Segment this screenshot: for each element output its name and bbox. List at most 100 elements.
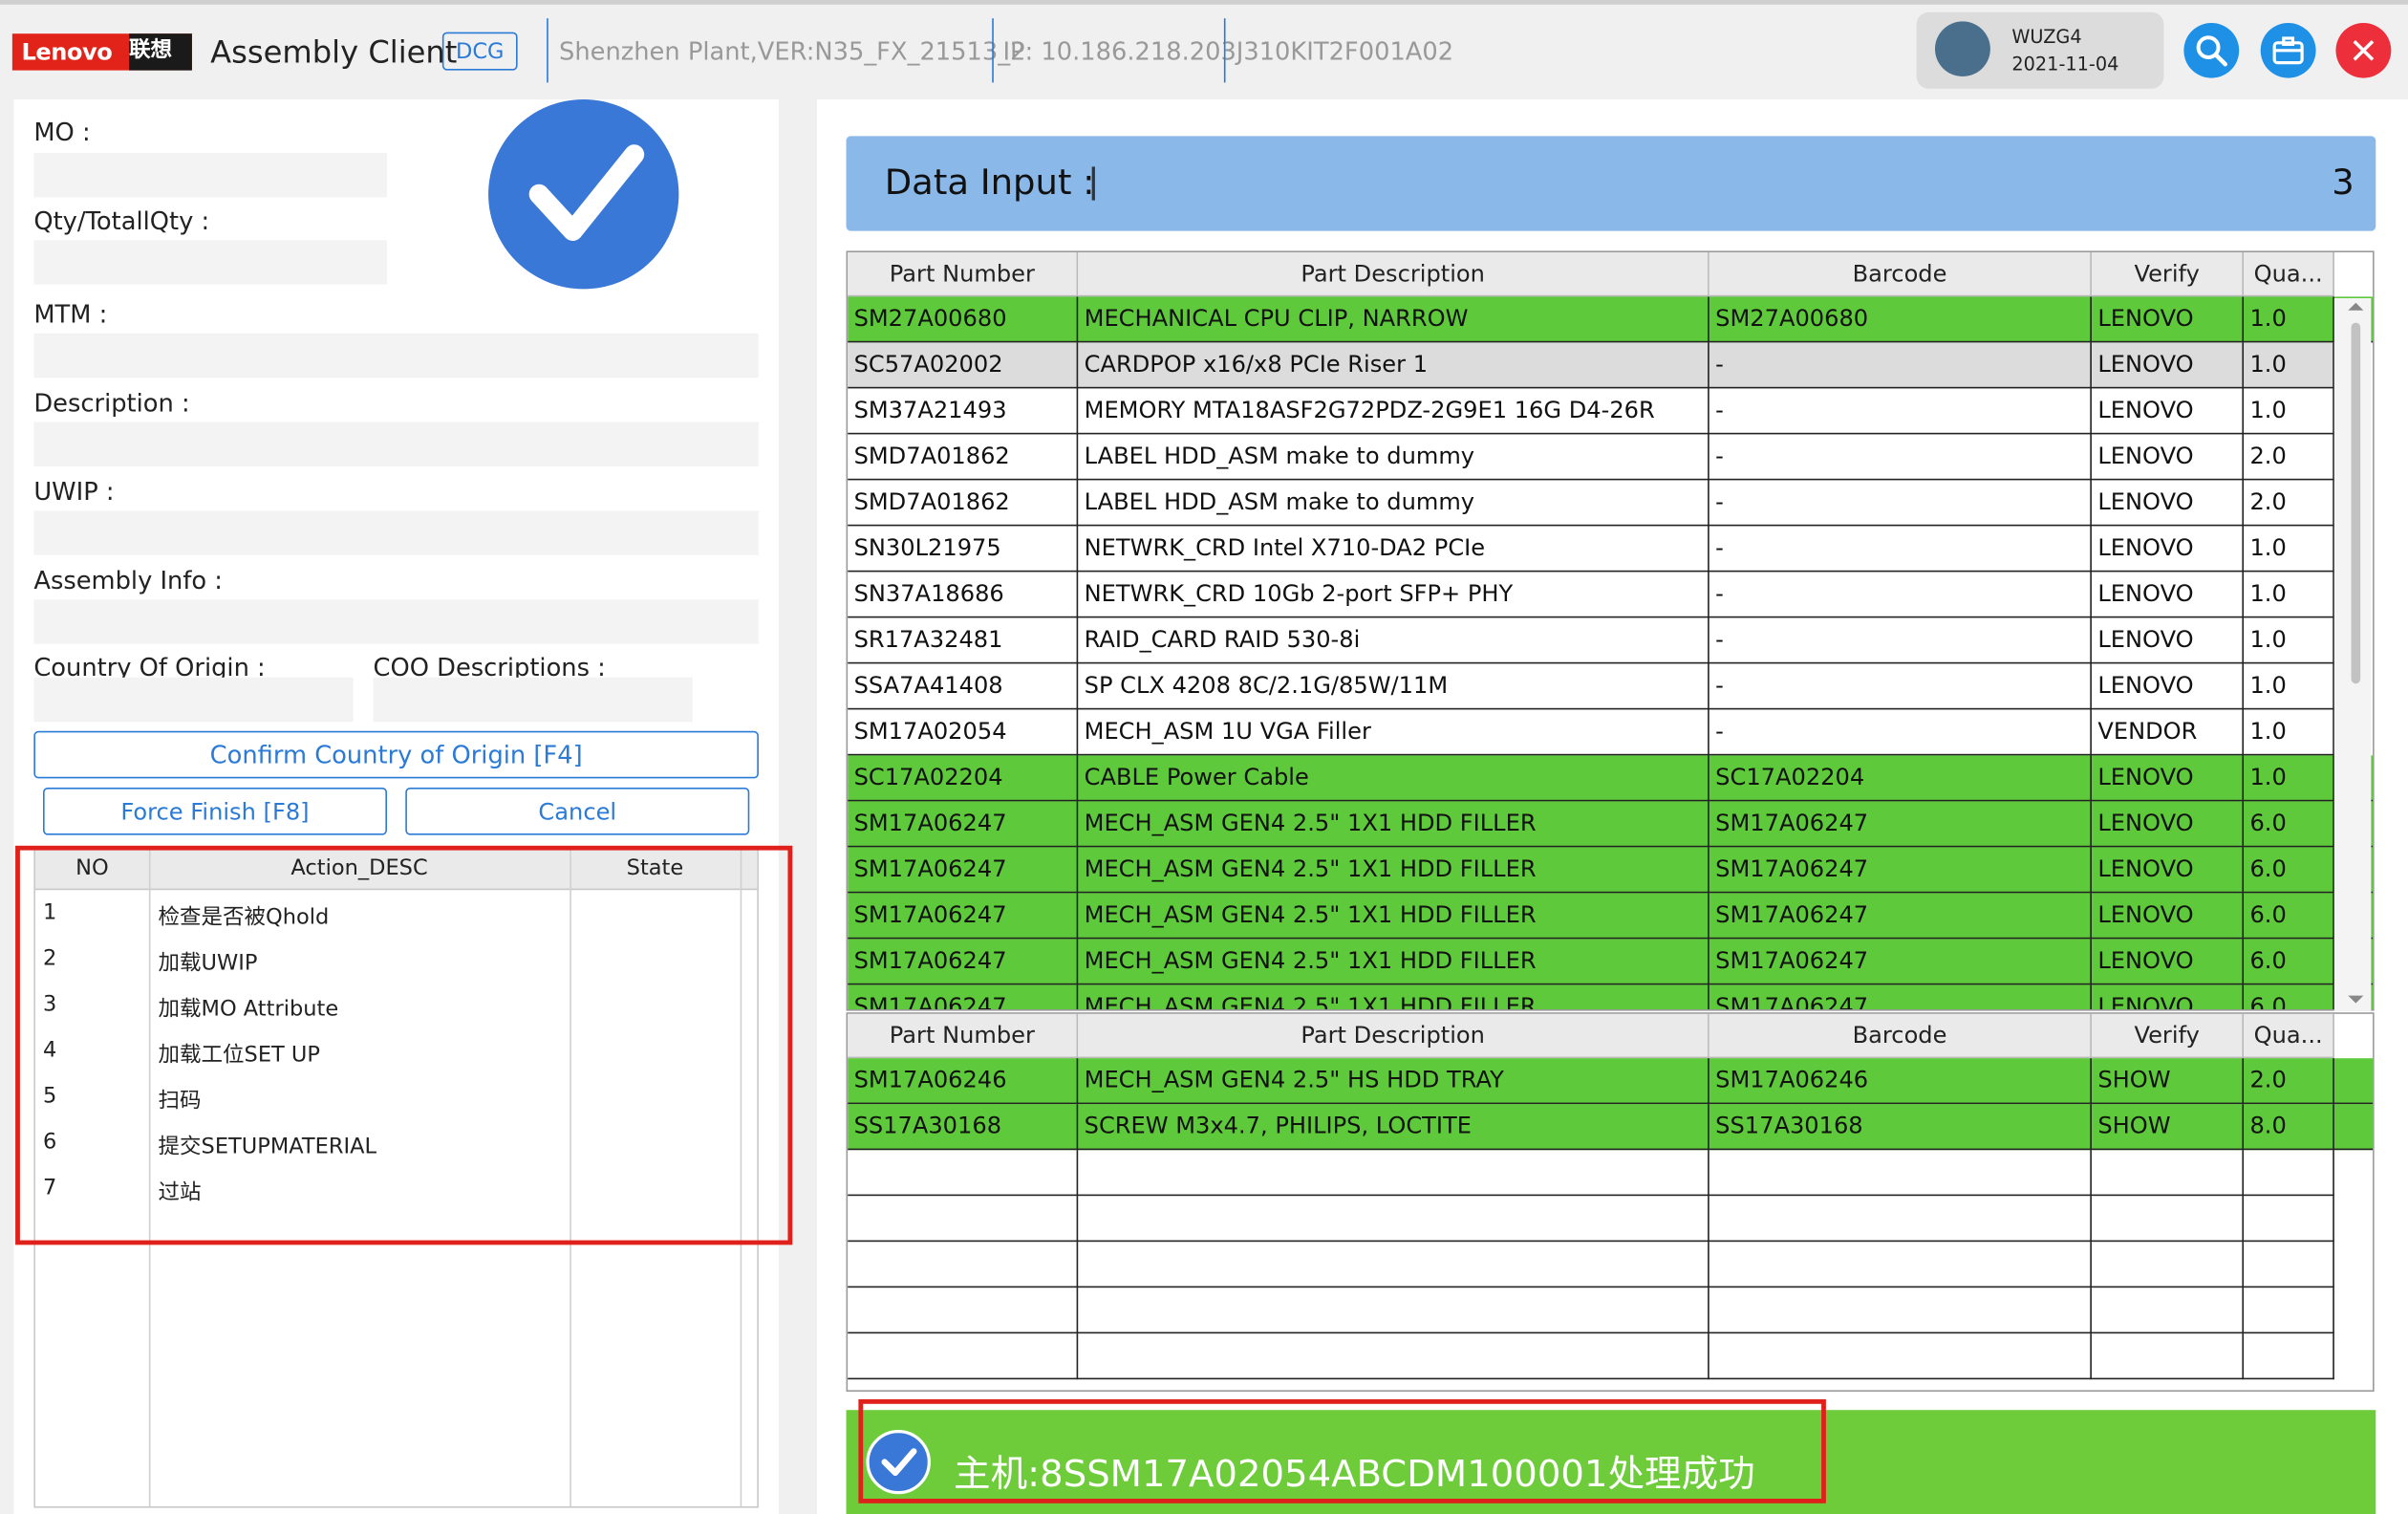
column-header-quantity[interactable]: Qua... (2244, 1013, 2334, 1059)
cell-part-number: SM17A06247 (848, 893, 1079, 940)
table-row[interactable]: SM17A06247 MECH_ASM GEN4 2.5" 1X1 HDD FIL… (848, 939, 2374, 985)
cell-barcode (1709, 1242, 2092, 1288)
dcg-badge: DCG (441, 32, 518, 71)
table-row[interactable]: SSA7A41408 SP CLX 4208 8C/2.1G/85W/11M - LE… (848, 663, 2334, 710)
cell-barcode (1709, 1333, 2092, 1380)
cell-barcode (1709, 1287, 2092, 1334)
table-row[interactable] (848, 1150, 2334, 1197)
column-header-quantity[interactable]: Qua... (2244, 252, 2334, 297)
table-row[interactable] (848, 1242, 2334, 1288)
cell-part-number: SM17A06247 (848, 847, 1079, 894)
cell-quantity: 6.0 (2244, 939, 2334, 985)
cell-quantity: 1.0 (2244, 663, 2334, 710)
coo-field (33, 677, 354, 723)
briefcase-icon (2272, 36, 2304, 65)
cell-part-description: SP CLX 4208 8C/2.1G/85W/11M (1078, 663, 1709, 710)
plant-version-info: Shenzhen Plant,VER:N35_FX_21513_2 (559, 36, 1026, 66)
cell-quantity: 1.0 (2244, 342, 2334, 389)
table-row[interactable]: SN30L21975 NETWRK_CRD Intel X710-DA2 PCIe… (848, 526, 2334, 573)
column-header-part-description[interactable]: Part Description (1078, 1013, 1709, 1059)
table-row[interactable] (848, 1287, 2334, 1334)
table-row[interactable]: SC17A02204 CABLE Power Cable SC17A02204 LEN… (848, 755, 2374, 802)
cell-barcode: - (1709, 342, 2092, 389)
scroll-up-icon[interactable] (2348, 302, 2364, 311)
scroll-down-icon[interactable] (2348, 995, 2364, 1004)
cell-barcode: SM17A06247 (1709, 801, 2092, 848)
cell-part-description (1078, 1242, 1709, 1288)
cell-quantity (2244, 1150, 2334, 1197)
table-row[interactable]: SMD7A01862 LABEL HDD_ASM make to dummy - LE… (848, 480, 2334, 527)
table-row[interactable]: SM17A06247 MECH_ASM GEN4 2.5" 1X1 HDD FIL… (848, 801, 2374, 848)
table-row[interactable]: SM37A21493 MEMORY MTA18ASF2G72PDZ-2G9E1 1… (848, 388, 2334, 435)
force-finish-button[interactable]: Force Finish [F8] (43, 788, 388, 835)
table-row[interactable]: SC57A02002 CARDPOP x16/x8 PCIe Riser 1- LE… (848, 342, 2334, 389)
cell-verify: LENOVO (2092, 984, 2245, 1009)
cell-quantity: 2.0 (2244, 1058, 2334, 1105)
table-row[interactable]: SM17A06247 MECH_ASM GEN4 2.5" 1X1 HDD FIL… (848, 847, 2374, 894)
highlight-box (858, 1399, 1826, 1503)
cancel-button[interactable]: Cancel (405, 788, 750, 835)
cell-part-description (1078, 1287, 1709, 1334)
column-header-part-number[interactable]: Part Number (848, 252, 1079, 297)
table-row[interactable]: SN37A18686 NETWRK_CRD 10Gb 2-port SFP+ PH… (848, 572, 2334, 618)
data-input-bar[interactable]: Data Input : 3 (846, 136, 2376, 231)
cell-part-number: SN30L21975 (848, 526, 1079, 573)
table-row[interactable]: SM17A02054 MECH_ASM 1U VGA Filler - VENDOR 1… (848, 709, 2334, 756)
cell-barcode: - (1709, 480, 2092, 527)
cell-verify (2092, 1196, 2245, 1243)
cell-barcode: - (1709, 434, 2092, 481)
search-button[interactable] (2183, 23, 2240, 78)
cell-barcode: SM27A00680 (1709, 296, 2092, 343)
cell-part-description: MEMORY MTA18ASF2G72PDZ-2G9E1 16G D4-26R (1078, 388, 1709, 435)
column-header-part-description[interactable]: Part Description (1078, 252, 1709, 297)
table-row[interactable]: SM27A00680 MECHANICAL CPU CLIP, NARROW SM2… (848, 296, 2374, 343)
logo-text-cn: 联想 (129, 33, 192, 71)
table-row[interactable] (848, 1333, 2334, 1380)
header-divider (992, 18, 994, 83)
cell-quantity: 1.0 (2244, 572, 2334, 618)
search-icon (2196, 35, 2228, 67)
cell-part-number: SR17A32481 (848, 617, 1079, 664)
cell-verify: LENOVO (2092, 663, 2245, 710)
mo-field (33, 153, 388, 198)
confirm-coo-button[interactable]: Confirm Country of Origin [F4] (33, 730, 759, 779)
cell-verify: LENOVO (2092, 847, 2245, 894)
cell-barcode: - (1709, 663, 2092, 710)
cell-verify: LENOVO (2092, 801, 2245, 848)
table-row[interactable]: SM17A06247 MECH_ASM GEN4 2.5" 1X1 HDD FIL… (848, 893, 2374, 940)
cell-verify: LENOVO (2092, 572, 2245, 618)
table-row[interactable]: SM17A06246 MECH_ASM GEN4 2.5" HS HDD TRAY… (848, 1058, 2374, 1105)
cell-part-number (848, 1150, 1079, 1197)
column-header-verify[interactable]: Verify (2091, 252, 2245, 297)
cell-barcode (1709, 1196, 2092, 1243)
table-row[interactable] (848, 1196, 2334, 1243)
assembly-client-window: Lenovo 联想 Assembly Client DCG Shenzhen P… (0, 0, 2408, 1514)
column-header-barcode[interactable]: Barcode (1709, 1013, 2092, 1059)
cell-verify: LENOVO (2092, 755, 2245, 802)
cell-barcode: SS17A30168 (1709, 1104, 2092, 1151)
success-check-icon (488, 99, 679, 290)
column-header-barcode[interactable]: Barcode (1709, 252, 2092, 297)
close-button[interactable] (2335, 23, 2392, 78)
table-row[interactable]: SS17A30168 SCREW M3x4.7, PHILIPS, LOCTITE… (848, 1104, 2374, 1151)
parts-table-scrollbar[interactable] (2333, 298, 2372, 1011)
table-row[interactable]: SM17A06247 MECH_ASM GEN4 2.5" 1X1 HDD FIL… (848, 984, 2374, 1009)
cell-part-description: MECH_ASM GEN4 2.5" 1X1 HDD FILLER (1078, 801, 1709, 848)
description-label: Description : (33, 388, 190, 418)
qty-label: Qty/TotallQty : (33, 206, 210, 236)
table-row[interactable]: SR17A32481 RAID_CARD RAID 530-8i - LENOVO 1.… (848, 617, 2334, 664)
briefcase-button[interactable] (2260, 23, 2316, 78)
cell-barcode: - (1709, 388, 2092, 435)
table-row[interactable]: SMD7A01862 LABEL HDD_ASM make to dummy - LE… (848, 434, 2334, 481)
cell-verify: LENOVO (2092, 434, 2245, 481)
column-header-part-number[interactable]: Part Number (848, 1013, 1079, 1059)
cell-quantity: 6.0 (2244, 893, 2334, 940)
column-header-verify[interactable]: Verify (2091, 1013, 2245, 1059)
cell-part-description: CABLE Power Cable (1078, 755, 1709, 802)
scrollbar-thumb[interactable] (2351, 322, 2361, 684)
user-card[interactable]: WUZG4 2021-11-04 (1916, 11, 2164, 89)
parts-table-body: Part Number Part Description Barcode Verify… (848, 252, 2374, 1009)
cell-part-description: LABEL HDD_ASM make to dummy (1078, 480, 1709, 527)
cell-part-description: MECH_ASM 1U VGA Filler (1078, 709, 1709, 756)
cell-quantity: 8.0 (2244, 1104, 2334, 1151)
